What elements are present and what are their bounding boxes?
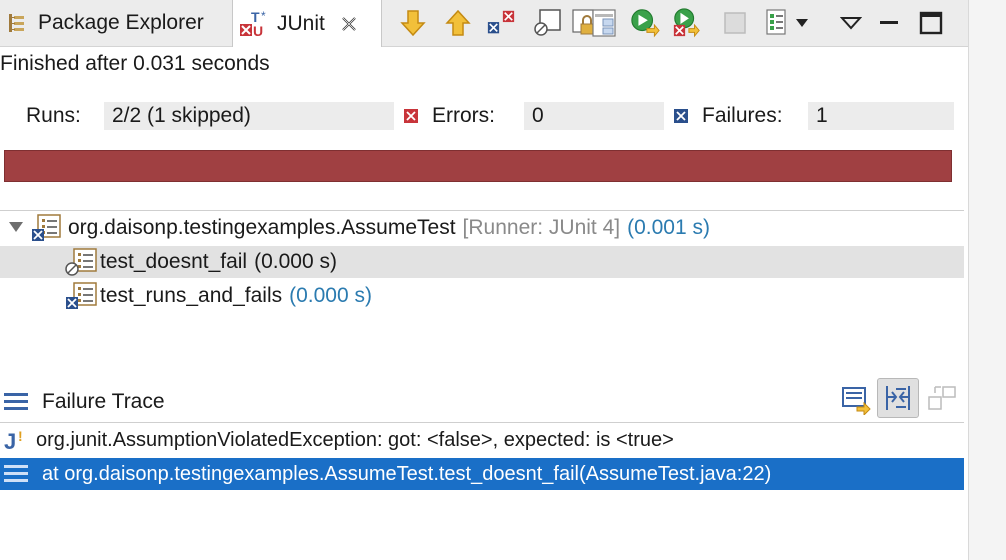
- filter-stack-icon[interactable]: [877, 378, 919, 418]
- trace-line[interactable]: J ! org.junit.AssumptionViolatedExceptio…: [0, 424, 964, 456]
- rerun-icon[interactable]: [630, 8, 660, 38]
- tab-label: Package Explorer: [38, 11, 204, 34]
- layout-icon[interactable]: [590, 8, 620, 38]
- trace-line-selected[interactable]: at org.daisonp.testingexamples.AssumeTes…: [0, 458, 964, 490]
- divider: [0, 422, 964, 423]
- test-name: test_doesnt_fail: [100, 250, 248, 273]
- failure-trace-title: Failure Trace: [42, 390, 165, 413]
- tab-label: JUnit: [277, 11, 325, 35]
- tree-row-test[interactable]: test_runs_and_fails (0.000 s): [0, 280, 964, 312]
- test-time: (0.000 s): [289, 284, 372, 307]
- trace-text: at org.daisonp.testingexamples.AssumeTes…: [42, 462, 772, 485]
- runs-value: 2/2 (1 skipped): [104, 102, 394, 130]
- trace-text: org.junit.AssumptionViolatedException: g…: [36, 428, 674, 451]
- arrow-down-icon[interactable]: [398, 8, 428, 38]
- compare-result-icon[interactable]: [840, 384, 872, 416]
- package-explorer-icon: [6, 12, 28, 34]
- tree-row-test[interactable]: test_doesnt_fail (0.000 s): [0, 246, 964, 278]
- adjacent-view-edge: [968, 0, 1006, 560]
- failure-icon: [674, 109, 688, 123]
- suite-name: org.daisonp.testingexamples.AssumeTest: [68, 216, 456, 239]
- stack-trace-icon: [4, 391, 30, 413]
- errors-value: 0: [524, 102, 664, 130]
- test-time: (0.000 s): [254, 250, 337, 273]
- progress-bar: [4, 150, 952, 182]
- stack-frame-icon: [4, 463, 30, 485]
- test-suite-failed-icon: [32, 213, 64, 243]
- view-menu-icon[interactable]: [836, 8, 866, 38]
- minimize-icon[interactable]: [874, 8, 904, 38]
- failures-value: 1: [808, 102, 954, 130]
- maximize-icon[interactable]: [916, 8, 946, 38]
- svg-text:*: *: [261, 9, 266, 23]
- suite-time: (0.001 s): [627, 216, 710, 239]
- tab-junit[interactable]: T U * JUnit: [232, 0, 382, 47]
- failures-only-icon[interactable]: [486, 8, 516, 38]
- errors-label: Errors:: [432, 104, 495, 127]
- skipped-only-icon[interactable]: [532, 8, 562, 38]
- collapse-triangle-icon[interactable]: [8, 216, 26, 240]
- test-failed-icon: [64, 281, 98, 311]
- chevron-down-icon[interactable]: [792, 8, 812, 38]
- test-skipped-icon: [64, 247, 98, 277]
- arrow-up-icon[interactable]: [443, 8, 473, 38]
- svg-text:J: J: [4, 429, 16, 453]
- runner-info: [Runner: JUnit 4]: [462, 216, 621, 239]
- failures-label: Failures:: [702, 104, 783, 127]
- tree-row-root[interactable]: org.daisonp.testingexamples.AssumeTest […: [0, 212, 964, 244]
- history-icon[interactable]: [764, 8, 794, 38]
- stop-icon[interactable]: [720, 8, 750, 38]
- failure-trace-header: Failure Trace: [0, 384, 964, 420]
- test-name: test_runs_and_fails: [100, 284, 283, 307]
- error-icon: [404, 109, 418, 123]
- tab-package-explorer[interactable]: Package Explorer: [6, 0, 228, 46]
- assumption-icon: J !: [4, 427, 32, 454]
- layout-compare-icon[interactable]: [926, 382, 958, 414]
- divider: [0, 210, 964, 211]
- svg-text:U: U: [253, 23, 263, 39]
- close-icon[interactable]: [339, 14, 359, 34]
- svg-text:!: !: [18, 428, 23, 444]
- rerun-failed-icon[interactable]: [672, 8, 702, 38]
- junit-icon: T U *: [237, 8, 269, 40]
- runs-label: Runs:: [26, 104, 81, 127]
- status-message: Finished after 0.031 seconds: [0, 52, 270, 75]
